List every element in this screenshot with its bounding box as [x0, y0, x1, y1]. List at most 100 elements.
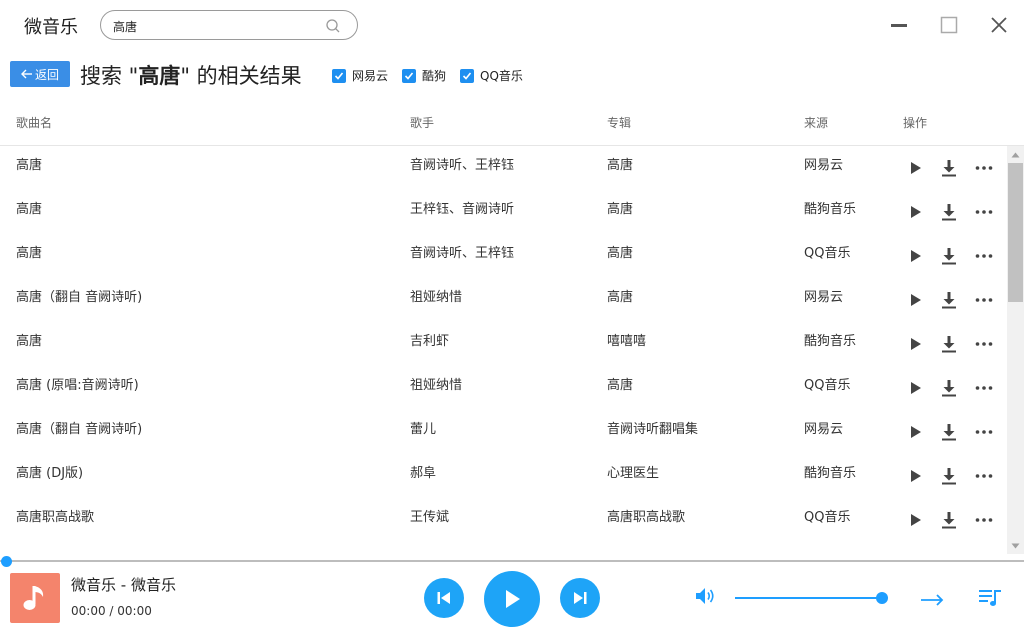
song-artist: 吉利虾 — [410, 334, 450, 349]
download-button[interactable] — [938, 333, 960, 355]
scrollbar[interactable] — [1007, 146, 1024, 554]
more-icon — [975, 210, 993, 214]
play-song-button[interactable] — [905, 333, 927, 355]
progress-handle[interactable] — [1, 556, 12, 567]
track-time: 00:00 / 00:00 — [71, 604, 152, 618]
more-button[interactable] — [973, 289, 995, 311]
filter-netease[interactable]: 网易云 — [332, 67, 388, 84]
download-button[interactable] — [938, 157, 960, 179]
play-song-button[interactable] — [905, 421, 927, 443]
song-source: 酷狗音乐 — [804, 202, 857, 217]
search-input[interactable] — [113, 17, 313, 35]
more-button[interactable] — [973, 509, 995, 531]
table-row[interactable]: 高唐 (原唱:音阙诗听) 祖娅纳惜 高唐 QQ音乐 — [0, 366, 1006, 410]
play-icon — [911, 206, 921, 218]
more-button[interactable] — [973, 157, 995, 179]
more-button[interactable] — [973, 421, 995, 443]
download-button[interactable] — [938, 421, 960, 443]
song-source: QQ音乐 — [804, 378, 851, 393]
search-keyword: 高唐 — [138, 64, 181, 88]
volume-handle[interactable] — [876, 592, 888, 604]
download-icon — [942, 512, 956, 529]
table-row[interactable]: 高唐 吉利虾 嘻嘻嘻 酷狗音乐 — [0, 322, 1006, 366]
filter-label: QQ音乐 — [480, 69, 523, 83]
scroll-thumb[interactable] — [1008, 163, 1023, 302]
more-button[interactable] — [973, 333, 995, 355]
play-icon — [506, 590, 520, 608]
song-artist: 郝阜 — [410, 466, 437, 481]
song-artist: 王传斌 — [410, 510, 450, 525]
download-button[interactable] — [938, 245, 960, 267]
play-song-button[interactable] — [905, 289, 927, 311]
download-button[interactable] — [938, 289, 960, 311]
scroll-down-button[interactable] — [1007, 537, 1024, 554]
scroll-up-button[interactable] — [1007, 146, 1024, 163]
album-cover[interactable] — [10, 573, 60, 623]
playlist-icon[interactable] — [978, 587, 1002, 609]
filter-kugou[interactable]: 酷狗 — [402, 67, 446, 84]
source-filters: 网易云 酷狗 QQ音乐 — [332, 67, 537, 84]
song-source: 酷狗音乐 — [804, 466, 857, 481]
play-icon — [911, 250, 921, 262]
download-button[interactable] — [938, 465, 960, 487]
checkbox-checked-icon[interactable] — [460, 68, 475, 83]
play-song-button[interactable] — [905, 201, 927, 223]
song-album: 嘻嘻嘻 — [607, 334, 647, 349]
song-name: 高唐（翻自 音阙诗听) — [16, 290, 143, 305]
song-album: 高唐 — [607, 378, 634, 393]
play-pause-button[interactable] — [484, 571, 540, 627]
table-row[interactable]: 高唐（翻自 音阙诗听) 蕾儿 音阙诗听翻唱集 网易云 — [0, 410, 1006, 454]
volume-icon[interactable] — [695, 586, 717, 606]
song-album: 心理医生 — [607, 466, 660, 481]
row-actions — [903, 421, 1003, 443]
table-row[interactable]: 高唐（翻自 音阙诗听) 祖娅纳惜 高唐 网易云 — [0, 278, 1006, 322]
more-icon — [975, 474, 993, 478]
table-row[interactable]: 高唐 音阙诗听、王梓钰 高唐 QQ音乐 — [0, 234, 1006, 278]
more-button[interactable] — [973, 377, 995, 399]
filter-qq[interactable]: QQ音乐 — [460, 67, 523, 84]
play-song-button[interactable] — [905, 509, 927, 531]
minimize-button[interactable] — [886, 12, 912, 38]
search-icon[interactable] — [325, 18, 341, 34]
song-album: 高唐 — [607, 290, 634, 305]
maximize-button[interactable] — [936, 12, 962, 38]
more-button[interactable] — [973, 201, 995, 223]
download-button[interactable] — [938, 377, 960, 399]
song-album: 高唐 — [607, 158, 634, 173]
table-row[interactable]: 高唐 王梓钰、音阙诗听 高唐 酷狗音乐 — [0, 190, 1006, 234]
play-song-button[interactable] — [905, 245, 927, 267]
play-icon — [911, 382, 921, 394]
song-artist: 王梓钰、音阙诗听 — [410, 202, 515, 217]
back-button[interactable]: 返回 — [10, 61, 70, 87]
volume-slider[interactable] — [735, 597, 882, 599]
download-button[interactable] — [938, 509, 960, 531]
maximize-icon — [940, 16, 958, 34]
play-icon — [911, 338, 921, 350]
song-name: 高唐 — [16, 334, 43, 349]
more-icon — [975, 430, 993, 434]
table-row[interactable]: 高唐职高战歌 王传斌 高唐职高战歌 QQ音乐 — [0, 498, 1006, 542]
table-row[interactable]: 高唐 (DJ版) 郝阜 心理医生 酷狗音乐 — [0, 454, 1006, 498]
previous-track-button[interactable] — [424, 578, 464, 618]
checkbox-checked-icon[interactable] — [402, 68, 417, 83]
play-song-button[interactable] — [905, 465, 927, 487]
more-button[interactable] — [973, 245, 995, 267]
play-song-button[interactable] — [905, 157, 927, 179]
table-row[interactable]: 高唐 音阙诗听、王梓钰 高唐 网易云 — [0, 146, 1006, 190]
more-icon — [975, 254, 993, 258]
close-icon — [991, 17, 1007, 33]
checkbox-checked-icon[interactable] — [332, 68, 346, 83]
row-actions — [903, 289, 1003, 311]
play-song-button[interactable] — [905, 377, 927, 399]
play-mode-icon[interactable] — [920, 588, 944, 608]
song-name: 高唐（翻自 音阙诗听) — [16, 422, 143, 437]
playback-progress[interactable] — [0, 560, 1024, 562]
next-track-button[interactable] — [560, 578, 600, 618]
close-button[interactable] — [986, 12, 1012, 38]
app-title: 微音乐 — [24, 17, 78, 38]
song-name: 高唐 (原唱:音阙诗听) — [16, 378, 139, 393]
more-button[interactable] — [973, 465, 995, 487]
search-box[interactable] — [100, 10, 358, 40]
song-artist: 祖娅纳惜 — [410, 290, 463, 305]
download-button[interactable] — [938, 201, 960, 223]
